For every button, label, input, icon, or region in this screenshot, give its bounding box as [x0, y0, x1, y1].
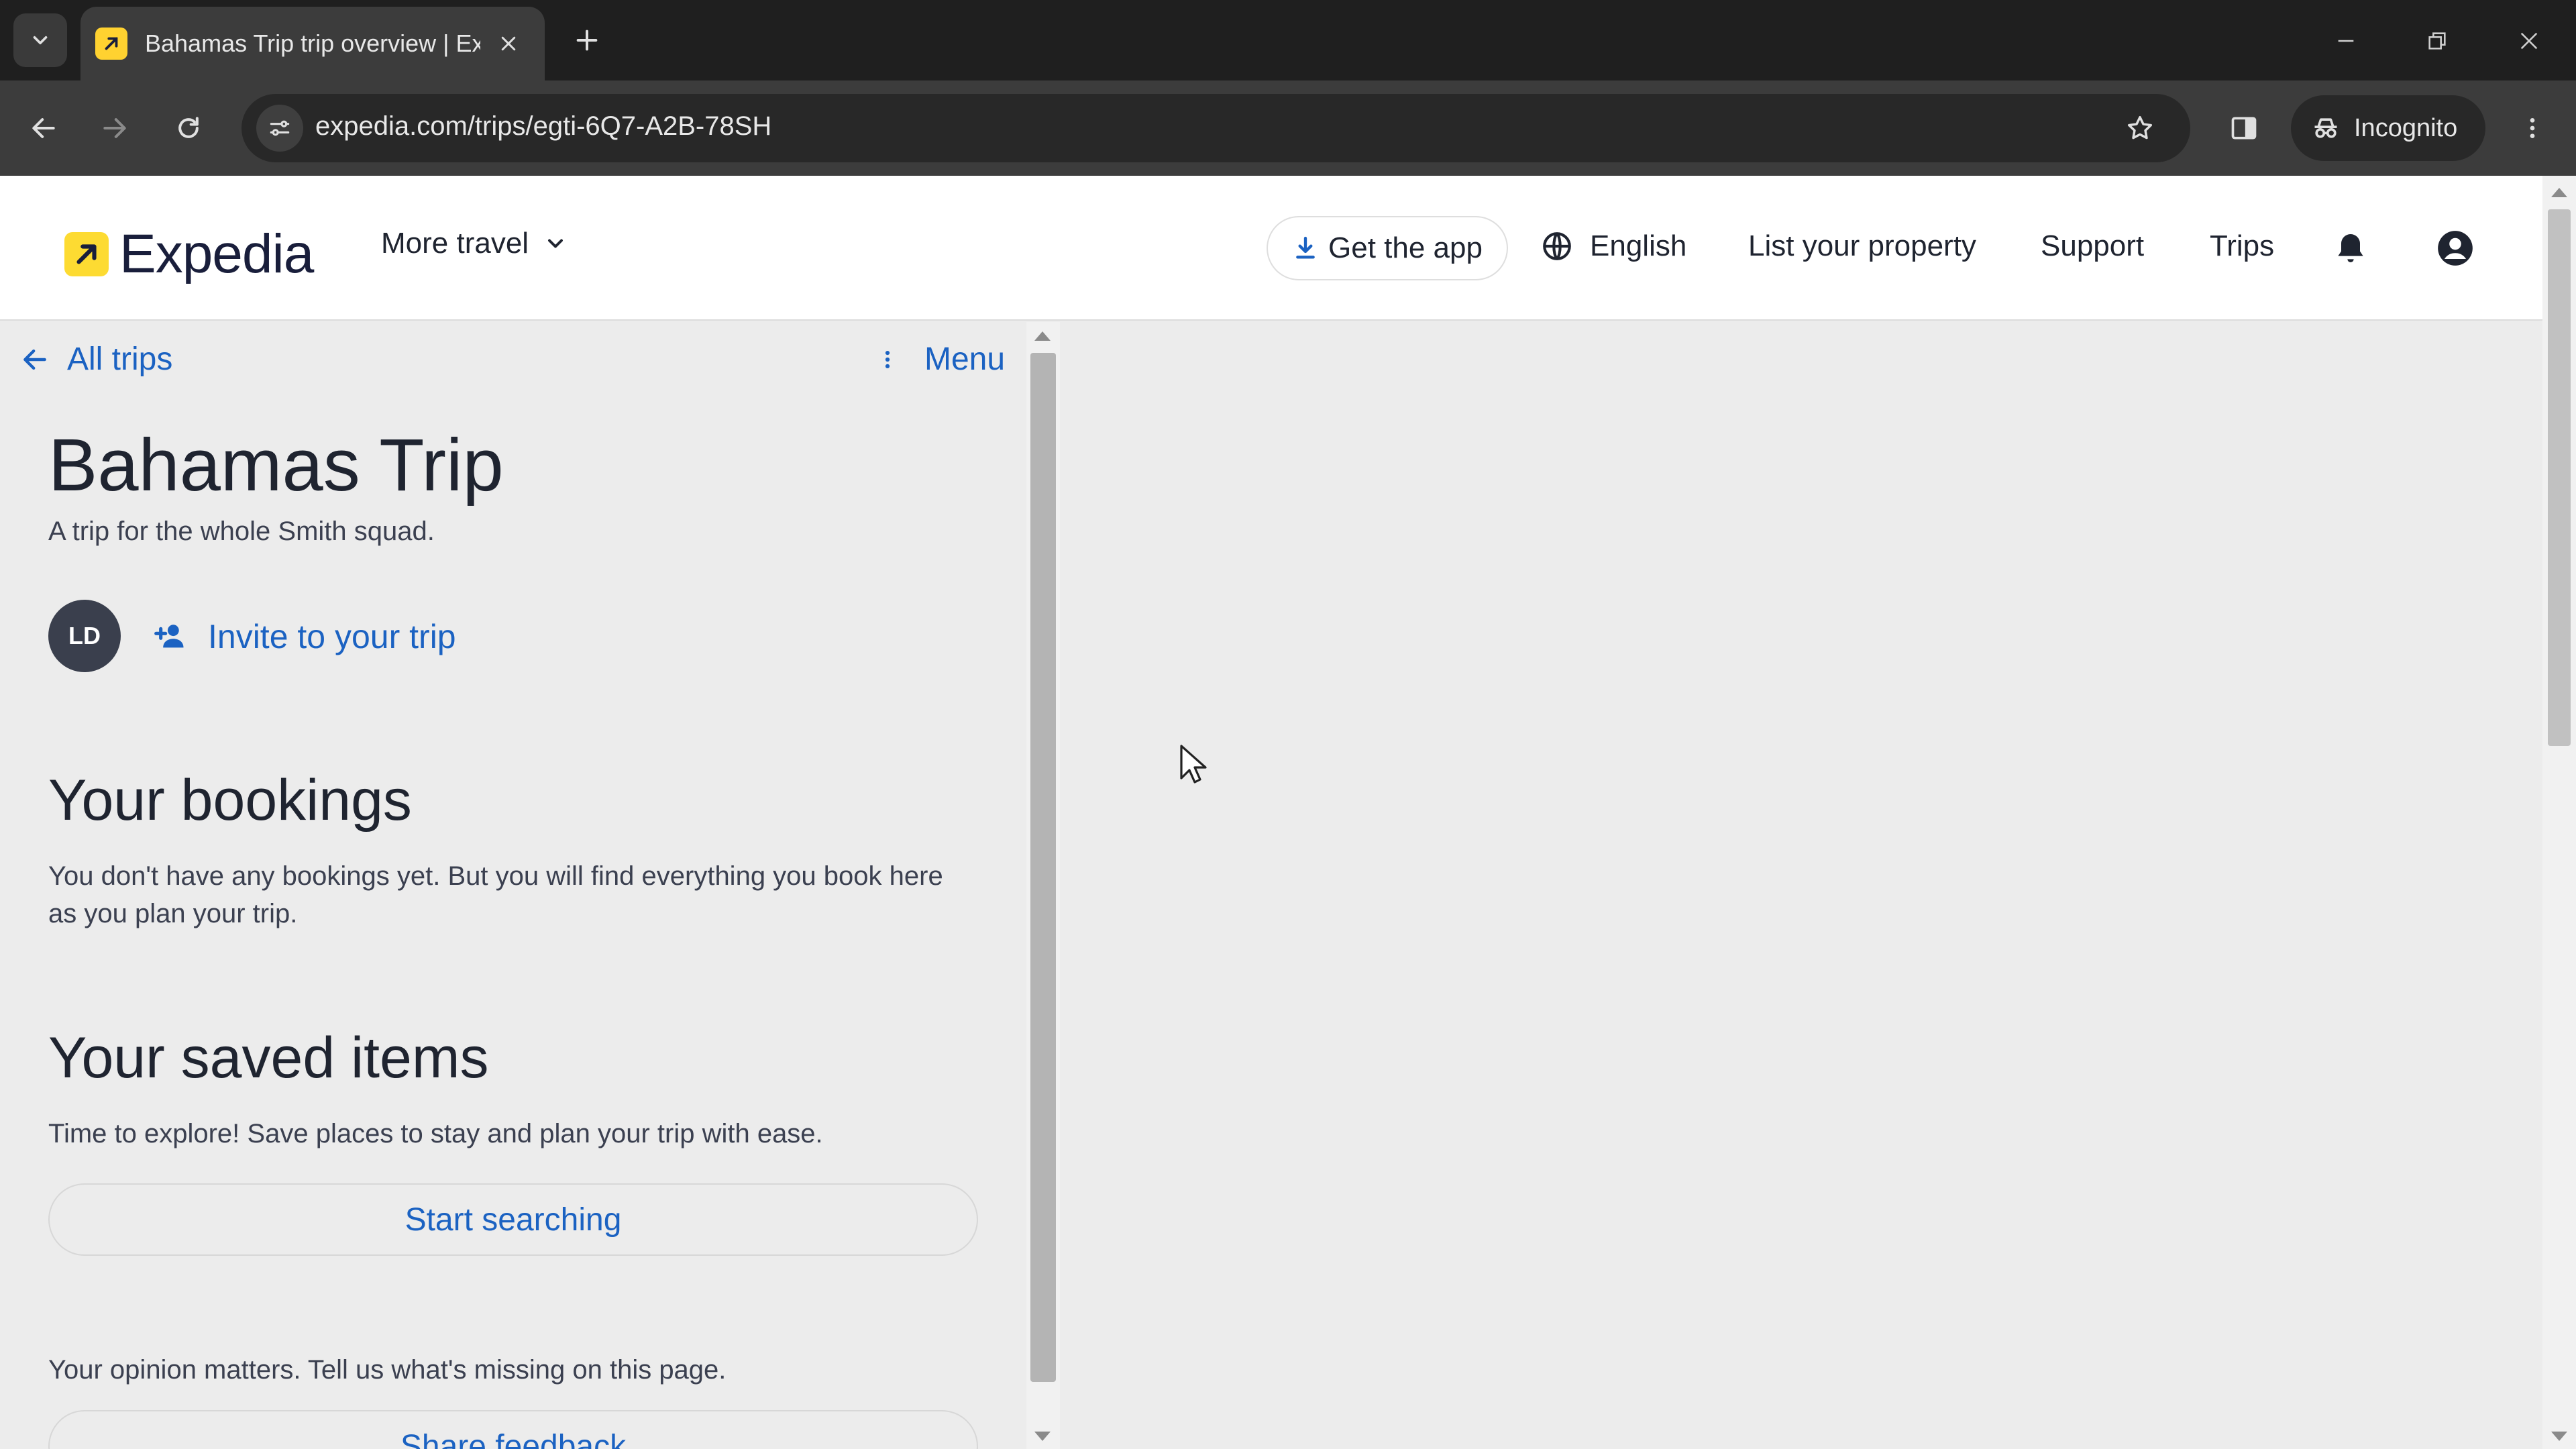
language-selector[interactable]: English — [1540, 229, 1686, 263]
language-label: English — [1590, 229, 1687, 262]
bookings-heading: Your bookings — [48, 768, 412, 833]
all-trips-label: All trips — [67, 341, 173, 377]
side-panel-button[interactable] — [2220, 105, 2267, 152]
notifications-button[interactable] — [2325, 223, 2376, 274]
support-link[interactable]: Support — [2041, 229, 2144, 263]
close-icon — [2520, 32, 2538, 50]
bookmark-star-icon[interactable] — [2116, 105, 2163, 152]
tab-search-button[interactable] — [13, 13, 67, 67]
map-panel[interactable] — [1060, 322, 2542, 1449]
list-your-property-link[interactable]: List your property — [1748, 229, 1976, 263]
incognito-indicator[interactable]: Incognito — [2291, 95, 2485, 161]
scrollbar-thumb[interactable] — [1030, 353, 1056, 1382]
download-icon — [1296, 236, 1315, 259]
invite-to-trip-button[interactable]: Invite to your trip — [153, 617, 456, 656]
scroll-up-arrow-icon[interactable] — [1034, 331, 1051, 341]
saved-items-text: Time to explore! Save places to stay and… — [48, 1119, 823, 1148]
share-feedback-button[interactable]: Share feedback — [48, 1410, 978, 1449]
list-your-property-label: List your property — [1748, 229, 1976, 262]
bookings-empty-text: You don't have any bookings yet. But you… — [48, 861, 943, 928]
side-panel-icon — [2231, 117, 2257, 140]
minimize-icon — [2338, 40, 2354, 42]
close-tab-icon[interactable] — [492, 28, 525, 60]
expedia-logo[interactable]: Expedia — [64, 223, 314, 286]
expedia-logo-mark-icon — [64, 232, 109, 276]
trip-overview-panel: All trips Menu Bahamas Trip A trip for t… — [0, 322, 1026, 1449]
scrollbar-thumb[interactable] — [2548, 209, 2571, 746]
site-header: Expedia More travel Get the app English … — [0, 176, 2542, 321]
get-the-app-label: Get the app — [1328, 231, 1483, 264]
close-window-button[interactable] — [2506, 17, 2553, 64]
page-scrollbar[interactable] — [2542, 176, 2576, 1449]
all-trips-link[interactable]: All trips — [20, 341, 172, 378]
browser-toolbar: expedia.com/trips/egti-6Q7-A2B-78SH Inco… — [0, 80, 2576, 176]
mouse-cursor-icon — [1180, 745, 1207, 784]
chevron-down-icon — [548, 239, 564, 248]
reload-icon — [178, 117, 199, 138]
trip-menu-button[interactable]: Menu — [876, 341, 1005, 378]
support-label: Support — [2041, 229, 2145, 262]
add-person-icon — [154, 625, 184, 648]
restore-button[interactable] — [2414, 17, 2461, 64]
menu-label: Menu — [924, 341, 1006, 377]
forward-button[interactable] — [91, 105, 138, 152]
trip-description: A trip for the whole Smith squad. — [48, 517, 435, 546]
minimize-button[interactable] — [2322, 17, 2369, 64]
scroll-up-arrow-icon[interactable] — [2551, 188, 2567, 197]
new-tab-button[interactable] — [567, 20, 607, 60]
trips-link[interactable]: Trips — [2210, 229, 2274, 263]
feedback-text: Your opinion matters. Tell us what's mis… — [48, 1355, 727, 1385]
trip-title: Bahamas Trip — [48, 424, 504, 506]
get-the-app-button[interactable]: Get the app — [1267, 216, 1508, 280]
incognito-label: Incognito — [2354, 113, 2458, 142]
account-button[interactable] — [2430, 223, 2481, 274]
start-searching-button[interactable]: Start searching — [48, 1183, 978, 1256]
account-icon — [2438, 231, 2473, 266]
bell-icon — [2338, 234, 2363, 262]
chevron-down-icon — [33, 36, 48, 45]
trips-label: Trips — [2210, 229, 2275, 262]
scroll-down-arrow-icon[interactable] — [1034, 1432, 1051, 1441]
site-settings-icon[interactable] — [256, 105, 303, 152]
url-text[interactable]: expedia.com/trips/egti-6Q7-A2B-78SH — [315, 111, 771, 142]
address-bar[interactable]: expedia.com/trips/egti-6Q7-A2B-78SH — [241, 94, 2190, 162]
arrow-left-icon — [23, 349, 46, 370]
reload-button[interactable] — [165, 105, 212, 152]
browser-tab-strip: Bahamas Trip trip overview | Exp — [0, 0, 2576, 80]
browser-tab-active[interactable]: Bahamas Trip trip overview | Exp — [80, 7, 545, 80]
incognito-icon — [2314, 118, 2337, 138]
globe-icon — [1543, 232, 1571, 260]
saved-items-heading: Your saved items — [48, 1026, 489, 1090]
more-vertical-icon — [885, 350, 890, 368]
traveler-avatar[interactable]: LD — [48, 600, 121, 672]
more-vertical-icon — [2530, 118, 2535, 138]
expedia-logo-text: Expedia — [119, 223, 314, 284]
browser-menu-button[interactable] — [2509, 105, 2556, 152]
more-travel-menu[interactable]: More travel — [381, 227, 568, 260]
more-travel-label: More travel — [381, 227, 529, 260]
tab-title: Bahamas Trip trip overview | Exp — [145, 30, 480, 57]
back-button[interactable] — [20, 105, 67, 152]
expedia-favicon-icon — [95, 28, 127, 60]
scroll-down-arrow-icon[interactable] — [2551, 1432, 2567, 1441]
plus-icon — [576, 30, 598, 51]
trip-panel-scrollbar[interactable] — [1026, 322, 1060, 1449]
restore-icon — [2428, 32, 2446, 50]
arrow-right-icon — [103, 118, 126, 138]
arrow-left-icon — [32, 118, 55, 138]
invite-label: Invite to your trip — [208, 618, 456, 655]
